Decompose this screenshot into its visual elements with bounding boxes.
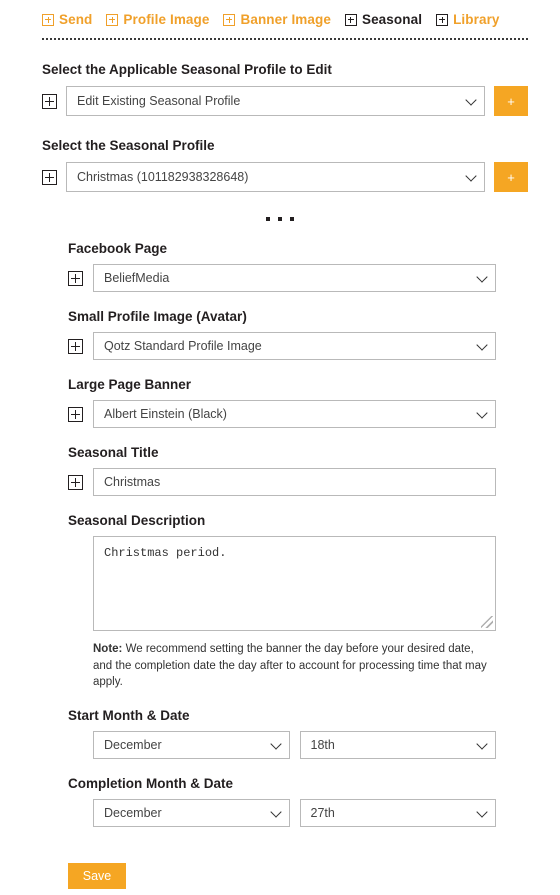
plus-box-icon xyxy=(436,13,449,26)
nav-item-label: Library xyxy=(453,12,500,27)
seasonal-title-row: Christmas xyxy=(68,468,496,496)
nav-item-label: Profile Image xyxy=(123,12,210,27)
dot-icon xyxy=(278,217,282,221)
seasonal-profile-select[interactable]: Christmas (101182938328648) xyxy=(66,162,485,192)
seasonal-description-value: Christmas period. xyxy=(104,546,227,560)
banner-label: Large Page Banner xyxy=(68,377,192,392)
start-day-select[interactable]: 18th xyxy=(299,731,496,760)
plus-box-icon xyxy=(42,13,54,26)
plus-box-icon[interactable] xyxy=(68,270,83,286)
completion-date-label: Completion Month & Date xyxy=(68,776,233,792)
chevron-down-icon xyxy=(476,806,488,818)
seasonal-profile-value: Christmas (101182938328648) xyxy=(77,170,249,184)
profile-to-edit-row: Edit Existing Seasonal Profile + xyxy=(42,86,528,116)
nav-divider xyxy=(42,38,528,40)
seasonal-profile-row: Christmas (101182938328648) + xyxy=(42,162,528,192)
top-nav: Send Profile Image Banner Image Seasonal… xyxy=(0,0,560,27)
plus-box-icon[interactable] xyxy=(42,169,57,185)
save-section: Save xyxy=(0,827,560,890)
note-prefix: Note: xyxy=(93,643,123,655)
chevron-down-icon xyxy=(476,407,488,419)
facebook-page-label: Facebook Page xyxy=(68,241,168,256)
completion-day-value: 27th xyxy=(310,806,335,821)
avatar-value: Qotz Standard Profile Image xyxy=(104,339,262,353)
chevron-down-icon xyxy=(269,806,282,818)
facebook-page-row: BeliefMedia xyxy=(68,264,496,292)
seasonal-description-textarea[interactable]: Christmas period. xyxy=(93,536,496,631)
facebook-page-value: BeliefMedia xyxy=(104,271,170,285)
facebook-page-select[interactable]: BeliefMedia xyxy=(93,264,496,292)
completion-day-select[interactable]: 27th xyxy=(299,799,496,828)
banner-value: Albert Einstein (Black) xyxy=(104,407,227,421)
plus-box-icon[interactable] xyxy=(68,406,83,422)
avatar-select[interactable]: Qotz Standard Profile Image xyxy=(93,332,496,360)
outer-section: Select the Applicable Seasonal Profile t… xyxy=(0,62,560,192)
note-body: We recommend setting the banner the day … xyxy=(93,643,487,689)
seasonal-profile-page: Send Profile Image Banner Image Seasonal… xyxy=(0,0,560,895)
profile-to-edit-select[interactable]: Edit Existing Seasonal Profile xyxy=(66,86,485,116)
ellipsis-separator xyxy=(0,214,560,224)
start-month-value: December xyxy=(104,738,162,753)
plus-box-icon xyxy=(344,13,357,26)
plus-box-icon xyxy=(106,13,119,26)
nav-item-library[interactable]: Library xyxy=(436,12,499,27)
start-day-value: 18th xyxy=(310,738,335,753)
chevron-down-icon xyxy=(465,94,477,106)
chevron-down-icon xyxy=(476,339,488,351)
seasonal-title-input[interactable]: Christmas xyxy=(93,468,496,496)
dot-icon xyxy=(265,217,270,221)
start-date-label: Start Month & Date xyxy=(68,708,190,724)
completion-month-value: December xyxy=(104,806,162,821)
nav-item-profile-image[interactable]: Profile Image xyxy=(106,12,209,27)
seasonal-title-label: Seasonal Title xyxy=(68,445,159,460)
avatar-row: Qotz Standard Profile Image xyxy=(68,332,496,360)
seasonal-profile-label: Select the Seasonal Profile xyxy=(42,138,215,153)
banner-select[interactable]: Albert Einstein (Black) xyxy=(93,400,496,428)
nav-item-send[interactable]: Send xyxy=(42,12,92,27)
inner-form: Facebook Page BeliefMedia Small Profile … xyxy=(0,241,560,828)
add-profile-button[interactable]: + xyxy=(494,86,528,116)
chevron-down-icon xyxy=(476,271,488,283)
plus-box-icon xyxy=(223,13,236,26)
nav-item-banner-image[interactable]: Banner Image xyxy=(223,12,331,27)
dot-icon xyxy=(290,217,295,221)
completion-date-row: December 27th xyxy=(93,799,496,828)
seasonal-description-label: Seasonal Description xyxy=(68,513,206,528)
start-month-select[interactable]: December xyxy=(93,731,290,760)
save-button[interactable]: Save xyxy=(68,863,126,890)
seasonal-title-value: Christmas xyxy=(104,475,161,489)
nav-item-seasonal[interactable]: Seasonal xyxy=(344,12,423,27)
profile-to-edit-value: Edit Existing Seasonal Profile xyxy=(77,94,241,108)
start-date-row: December 18th xyxy=(93,731,496,760)
plus-box-icon[interactable] xyxy=(68,338,83,354)
add-seasonal-profile-button[interactable]: + xyxy=(494,162,528,192)
plus-box-icon[interactable] xyxy=(42,93,57,109)
avatar-label: Small Profile Image (Avatar) xyxy=(68,309,247,324)
resize-handle-icon[interactable] xyxy=(481,616,493,628)
completion-month-select[interactable]: December xyxy=(93,799,290,828)
chevron-down-icon xyxy=(269,738,282,750)
chevron-down-icon xyxy=(476,738,488,750)
plus-box-icon[interactable] xyxy=(68,474,83,490)
nav-item-label: Banner Image xyxy=(240,12,331,27)
note-text: Note: We recommend setting the banner th… xyxy=(93,641,496,691)
banner-row: Albert Einstein (Black) xyxy=(68,400,496,428)
chevron-down-icon xyxy=(465,170,477,182)
profile-to-edit-label: Select the Applicable Seasonal Profile t… xyxy=(42,62,332,77)
nav-item-label: Send xyxy=(59,12,93,27)
nav-item-label: Seasonal xyxy=(361,12,423,27)
